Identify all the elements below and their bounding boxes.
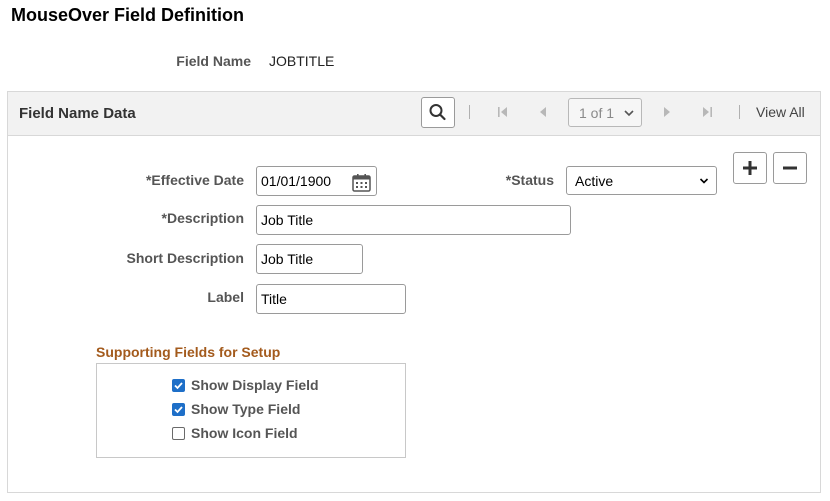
checkbox-label: Show Display Field — [191, 377, 319, 393]
status-label: *Status — [505, 172, 554, 188]
page-title: MouseOver Field Definition — [11, 5, 245, 25]
last-page-icon[interactable] — [698, 103, 716, 121]
view-all-link[interactable]: View All — [756, 104, 805, 120]
status-value: Active — [575, 173, 614, 189]
first-page-icon[interactable] — [494, 103, 512, 121]
add-row-button[interactable] — [733, 152, 767, 184]
field-name-label: Field Name — [176, 53, 251, 69]
calendar-button[interactable] — [351, 173, 373, 193]
separator — [469, 105, 470, 119]
search-button[interactable] — [421, 97, 455, 128]
calendar-icon — [352, 174, 371, 192]
checkbox[interactable] — [172, 379, 185, 392]
checkbox-label: Show Type Field — [191, 401, 301, 417]
short-description-label: Short Description — [126, 250, 244, 266]
status-select[interactable]: Active — [566, 166, 717, 195]
minus-icon — [783, 166, 797, 170]
delete-row-button[interactable] — [773, 152, 807, 184]
search-icon — [429, 104, 446, 121]
checkbox-label: Show Icon Field — [191, 425, 298, 441]
chevron-down-icon — [624, 110, 634, 117]
short-description-field[interactable] — [256, 244, 363, 274]
page-selector-value: 1 of 1 — [579, 105, 615, 121]
checkmark-icon — [174, 382, 183, 390]
panel-title: Field Name Data — [19, 105, 136, 122]
field-name-value: JOBTITLE — [269, 53, 335, 69]
separator — [739, 105, 740, 119]
effective-date-label: *Effective Date — [145, 172, 244, 188]
checkbox[interactable] — [172, 427, 185, 440]
description-field[interactable] — [256, 205, 571, 235]
description-label: *Description — [161, 210, 244, 226]
previous-page-icon[interactable] — [534, 103, 552, 121]
chevron-down-icon — [699, 178, 709, 184]
checkbox[interactable] — [172, 403, 185, 416]
supporting-fields-title: Supporting Fields for Setup — [96, 344, 281, 360]
label-field[interactable] — [256, 284, 406, 314]
next-page-icon[interactable] — [658, 103, 676, 121]
checkmark-icon — [174, 406, 183, 414]
page-selector[interactable]: 1 of 1 — [568, 98, 642, 127]
plus-icon — [743, 161, 757, 175]
panel-header: Field Name Data 1 of 1 View All — [8, 92, 820, 136]
label-field-label: Label — [207, 289, 244, 305]
